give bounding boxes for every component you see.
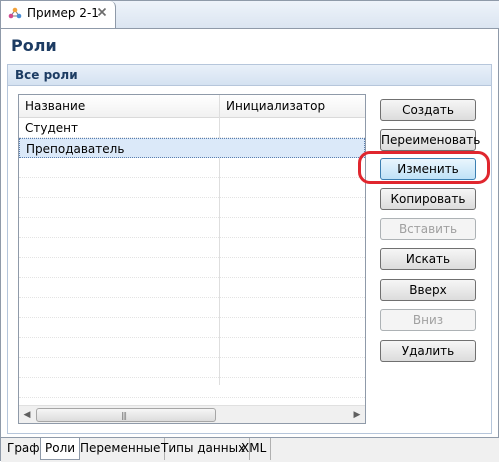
empty-row — [19, 218, 365, 238]
copy-button[interactable]: Копировать — [380, 188, 476, 210]
section-title: Все роли — [15, 68, 78, 82]
scroll-right-icon[interactable]: ▶ — [349, 406, 365, 423]
close-icon[interactable] — [96, 6, 108, 18]
empty-row — [19, 278, 365, 298]
tab-xml[interactable]: XML — [237, 438, 272, 460]
role-name-cell: Студент — [25, 121, 78, 135]
graph-icon — [8, 7, 22, 19]
table-row-selected[interactable]: Преподаватель — [19, 138, 365, 158]
role-name-cell: Преподаватель — [26, 142, 125, 156]
editor-tab-title: Пример 2-1 — [27, 6, 99, 20]
search-button[interactable]: Искать — [380, 248, 476, 270]
tab-roles[interactable]: Роли — [40, 438, 81, 460]
empty-row — [19, 378, 365, 398]
empty-row — [19, 178, 365, 198]
grip-icon: ||| — [121, 411, 127, 420]
up-button[interactable]: Вверх — [380, 279, 476, 301]
column-header-initializer[interactable]: Инициализатор — [226, 99, 325, 113]
delete-button[interactable]: Удалить — [380, 340, 476, 362]
down-button[interactable]: Вниз — [380, 309, 476, 331]
roles-table: Название Инициализатор Студент Преподава… — [18, 94, 366, 424]
empty-row — [19, 258, 365, 278]
page-title: Роли — [11, 36, 57, 55]
paste-button[interactable]: Вставить — [380, 218, 476, 240]
editor-window: Пример 2-1 Роли Все роли Название Инициа… — [0, 0, 499, 462]
highlight-annotation — [358, 151, 490, 184]
table-row[interactable]: Студент — [19, 118, 365, 138]
table-header: Название Инициализатор — [19, 95, 365, 118]
rename-button[interactable]: Переименовать — [380, 129, 480, 151]
editor-tab-strip: Пример 2-1 — [1, 1, 499, 29]
empty-row — [19, 358, 365, 378]
horizontal-scrollbar[interactable]: ◀ ||| ▶ — [19, 405, 365, 423]
tab-variables[interactable]: Переменные — [76, 438, 166, 460]
empty-row — [19, 158, 365, 178]
empty-row — [19, 318, 365, 338]
tab-graph[interactable]: Граф — [3, 438, 45, 460]
section-header: Все роли — [8, 65, 491, 86]
editor-tab[interactable]: Пример 2-1 — [1, 1, 116, 28]
scrollbar-thumb[interactable]: ||| — [36, 408, 216, 422]
empty-row — [19, 238, 365, 258]
scroll-left-icon[interactable]: ◀ — [19, 406, 35, 423]
empty-row — [19, 198, 365, 218]
create-button[interactable]: Создать — [380, 99, 476, 121]
empty-row — [19, 338, 365, 358]
bottom-tab-bar: Граф Роли Переменные Типы данных XML — [1, 437, 499, 462]
column-header-name[interactable]: Название — [25, 99, 85, 113]
empty-row — [19, 298, 365, 318]
